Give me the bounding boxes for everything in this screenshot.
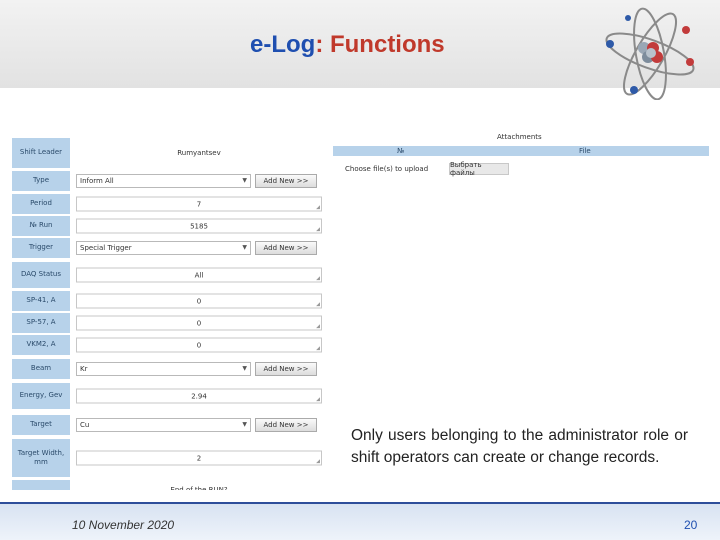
chevron-down-icon: ▼ [242,421,247,428]
vkm2-input[interactable]: 0 ◢ [76,337,322,353]
target-width-label: Target Width, mm [12,439,70,477]
slide-title-app: e-Log [250,31,316,58]
run-label: № Run [12,216,70,236]
chevron-down-icon: ▼ [242,244,247,251]
choose-files-button[interactable]: Выбрать файлы [449,161,509,177]
run-input[interactable]: 5185 ◢ [76,218,322,234]
form-row-period: Period 7 ◢ [12,194,322,214]
form-row-sp41: SP-41, A 0 ◢ [12,291,322,311]
trigger-label: Trigger [12,238,70,258]
form-row-target: Target Cu ▼ Add New >> [12,415,322,435]
type-add-new-button[interactable]: Add New >> [255,174,317,188]
target-width-input[interactable]: 2 ◢ [76,450,322,466]
energy-input[interactable]: 2.94 ◢ [76,388,322,404]
choose-files-label: Choose file(s) to upload [345,165,429,173]
resize-handle-icon: ◢ [316,226,320,233]
trigger-select[interactable]: Special Trigger ▼ [76,241,251,255]
daq-status-input[interactable]: All ◢ [76,267,322,283]
sp41-label: SP-41, A [12,291,70,311]
atom-icon [605,7,695,100]
chevron-down-icon: ▼ [242,365,247,372]
end-of-run-label: End of the RUN? [170,486,228,490]
attachments-table-header: № File [333,146,709,156]
vkm2-label: VKM2, A [12,335,70,355]
sp57-label: SP-57, A [12,313,70,333]
beam-select-value: Kr [80,365,88,373]
slide-note: Only users belonging to the administrato… [351,427,688,466]
resize-handle-icon: ◢ [316,275,320,282]
resize-handle-icon: ◢ [316,458,320,465]
log-entry-form: Shift Leader Rumyantsev Type Inform All … [12,138,322,490]
trigger-select-value: Special Trigger [80,244,132,252]
target-select[interactable]: Cu ▼ [76,418,251,432]
daq-status-value: All [194,271,204,279]
form-row-trigger: Trigger Special Trigger ▼ Add New >> [12,238,322,258]
period-label: Period [12,194,70,214]
sp41-value: 0 [196,297,202,305]
energy-label: Energy, Gev [12,383,70,409]
slide-title-suffix: : Functions [315,31,445,58]
type-select[interactable]: Inform All ▼ [76,174,251,188]
form-row-target-width: Target Width, mm 2 ◢ [12,439,322,477]
form-row-type: Type Inform All ▼ Add New >> [12,171,322,191]
resize-handle-icon: ◢ [316,204,320,211]
footer-page-number: 20 [684,518,698,532]
trigger-add-new-button[interactable]: Add New >> [255,241,317,255]
form-row-vkm2: VKM2, A 0 ◢ [12,335,322,355]
target-select-value: Cu [80,421,90,429]
form-row-daq-status: DAQ Status All ◢ [12,262,322,288]
attachments-col-file: File [579,147,591,155]
run-value: 5185 [190,222,208,230]
form-row-energy: Energy, Gev 2.94 ◢ [12,383,322,409]
slide-title: e-Log: Functions [250,31,445,59]
resize-handle-icon: ◢ [316,301,320,308]
attachments-panel: Attachments № File Choose file(s) to upl… [333,130,711,180]
beam-label: Beam [12,359,70,379]
form-row-run: № Run 5185 ◢ [12,216,322,236]
target-width-value: 2 [196,454,202,462]
period-value: 7 [196,200,202,208]
form-row-shift-leader: Shift Leader Rumyantsev [12,138,322,168]
attachments-title: Attachments [497,133,542,141]
target-label: Target [12,415,70,435]
shift-leader-value: Rumyantsev [177,149,221,157]
form-row-beam: Beam Kr ▼ Add New >> [12,359,322,379]
resize-handle-icon: ◢ [316,345,320,352]
resize-handle-icon: ◢ [316,396,320,403]
energy-value: 2.94 [191,392,207,400]
chevron-down-icon: ▼ [242,177,247,184]
sp41-input[interactable]: 0 ◢ [76,293,322,309]
type-select-value: Inform All [80,177,114,185]
slide-header: e-Log: Functions [0,0,720,100]
sp57-input[interactable]: 0 ◢ [76,315,322,331]
beam-select[interactable]: Kr ▼ [76,362,251,376]
period-input[interactable]: 7 ◢ [76,196,322,212]
resize-handle-icon: ◢ [316,323,320,330]
shift-leader-label: Shift Leader [12,138,70,168]
form-row-sp57: SP-57, A 0 ◢ [12,313,322,333]
sp57-value: 0 [196,319,202,327]
slide-footer: 10 November 2020 20 [0,502,720,540]
vkm2-value: 0 [196,341,202,349]
target-add-new-button[interactable]: Add New >> [255,418,317,432]
attachments-col-number: № [397,147,405,155]
daq-status-label: DAQ Status [12,262,70,288]
type-label: Type [12,171,70,191]
form-row-end-of-run: End of the RUN? [12,480,322,490]
footer-date: 10 November 2020 [72,518,175,532]
end-of-run-label-cell [12,480,70,490]
beam-add-new-button[interactable]: Add New >> [255,362,317,376]
